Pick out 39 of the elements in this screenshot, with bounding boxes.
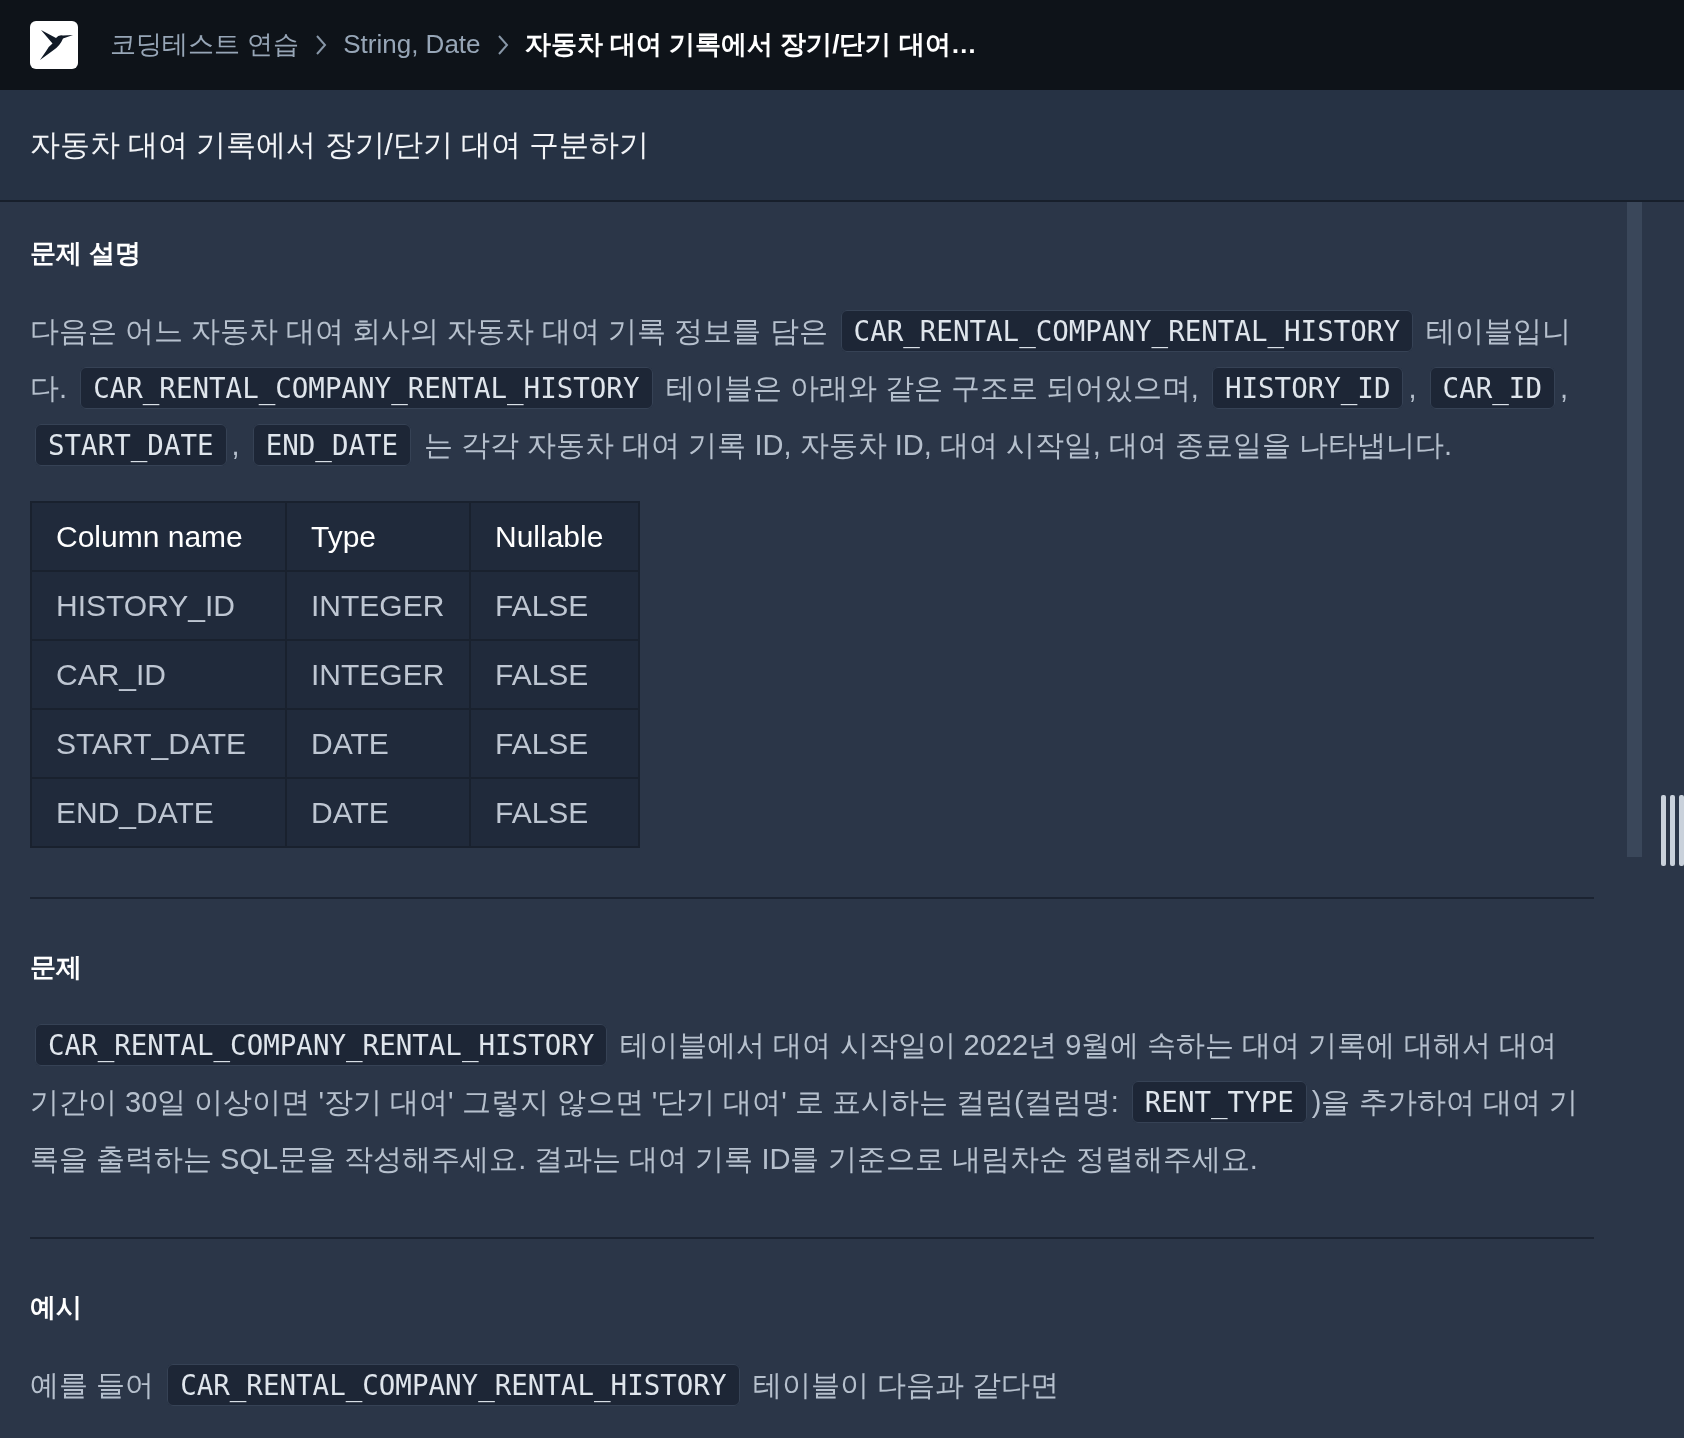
paragraph-text: 예를 들어 CAR_RENTAL_COMPANY_RENTAL_HISTORY 테이블이 다음과 같다면 xyxy=(30,1357,1594,1414)
section-heading: 예시 xyxy=(30,1291,83,1324)
inline-code: CAR_RENTAL_COMPANY_RENTAL_HISTORY xyxy=(35,1024,608,1066)
paragraph-text: 다음은 어느 자동차 대여 회사의 자동차 대여 기록 정보를 담은 CAR_RENTAL_COMPANY_RENTAL_HISTORY 테이블입니다. CAR_RENTAL_COMPANY_RENTAL_HISTORY 테이블은 아래와 같은 구조로 되어있으며, HISTORY_ID , CAR_ID , START_DATE , END_DATE 는 각각 자동차 대여 기록 ID, 자동차 ID, 대여 시작일, 대여 종료일을 나타냅니다. xyxy=(30,303,1594,474)
breadcrumb-link[interactable]: 코딩테스트 연습 xyxy=(110,29,300,61)
inline-code: RENT_TYPE xyxy=(1131,1081,1307,1123)
page-title: 자동차 대여 기록에서 장기/단기 대여 구분하기 xyxy=(30,126,650,163)
table-header-cell: Nullable xyxy=(470,502,639,571)
inline-code: HISTORY_ID xyxy=(1211,367,1404,409)
table-cell: FALSE xyxy=(470,709,639,778)
table-cell: FALSE xyxy=(470,571,639,640)
table-cell: DATE xyxy=(286,778,470,847)
table-cell: HISTORY_ID xyxy=(31,571,286,640)
inline-code: END_DATE xyxy=(252,424,412,466)
table-cell: FALSE xyxy=(470,640,639,709)
scrollbar-thumb[interactable] xyxy=(1627,202,1642,857)
section-heading: 문제 설명 xyxy=(30,237,143,270)
breadcrumb-link[interactable]: String, Date xyxy=(343,29,481,61)
chevron-right-icon xyxy=(496,34,509,56)
table-cell: INTEGER xyxy=(286,640,470,709)
table-cell: INTEGER xyxy=(286,571,470,640)
table-cell: END_DATE xyxy=(31,778,286,847)
section-heading: 문제 xyxy=(30,951,83,984)
bird-logo-icon[interactable] xyxy=(30,21,78,69)
table-cell: DATE xyxy=(286,709,470,778)
table-cell: FALSE xyxy=(470,778,639,847)
inline-code: CAR_RENTAL_COMPANY_RENTAL_HISTORY xyxy=(840,310,1413,352)
inline-code: CAR_RENTAL_COMPANY_RENTAL_HISTORY xyxy=(167,1364,740,1406)
table-header-cell: Type xyxy=(286,502,470,571)
paragraph-text: CAR_RENTAL_COMPANY_RENTAL_HISTORY 테이블에서 대여 시작일이 2022년 9월에 속하는 대여 기록에 대해서 대여 기간이 30일 이상이면 '장기 대여' 그렇지 않으면 '단기 대여' 로 표시하는 컬럼(컬럼명: RENT_TYPE )을 추가하여 대여 기록을 출력하는 SQL문을 작성해주세요. 결과는 대여 기록 ID를 기준으로 내림차순 정렬해주세요. xyxy=(30,1017,1594,1188)
table-cell: START_DATE xyxy=(31,709,286,778)
inline-code: CAR_ID xyxy=(1429,367,1555,409)
table-cell: CAR_ID xyxy=(31,640,286,709)
chevron-right-icon xyxy=(315,34,328,56)
table-header-cell: Column name xyxy=(31,502,286,571)
inline-code: START_DATE xyxy=(35,424,227,466)
inline-code: CAR_RENTAL_COMPANY_RENTAL_HISTORY xyxy=(80,367,653,409)
breadcrumb-current: 자동차 대여 기록에서 장기/단기 대여… xyxy=(524,29,977,61)
grip-icon[interactable] xyxy=(1661,795,1684,866)
